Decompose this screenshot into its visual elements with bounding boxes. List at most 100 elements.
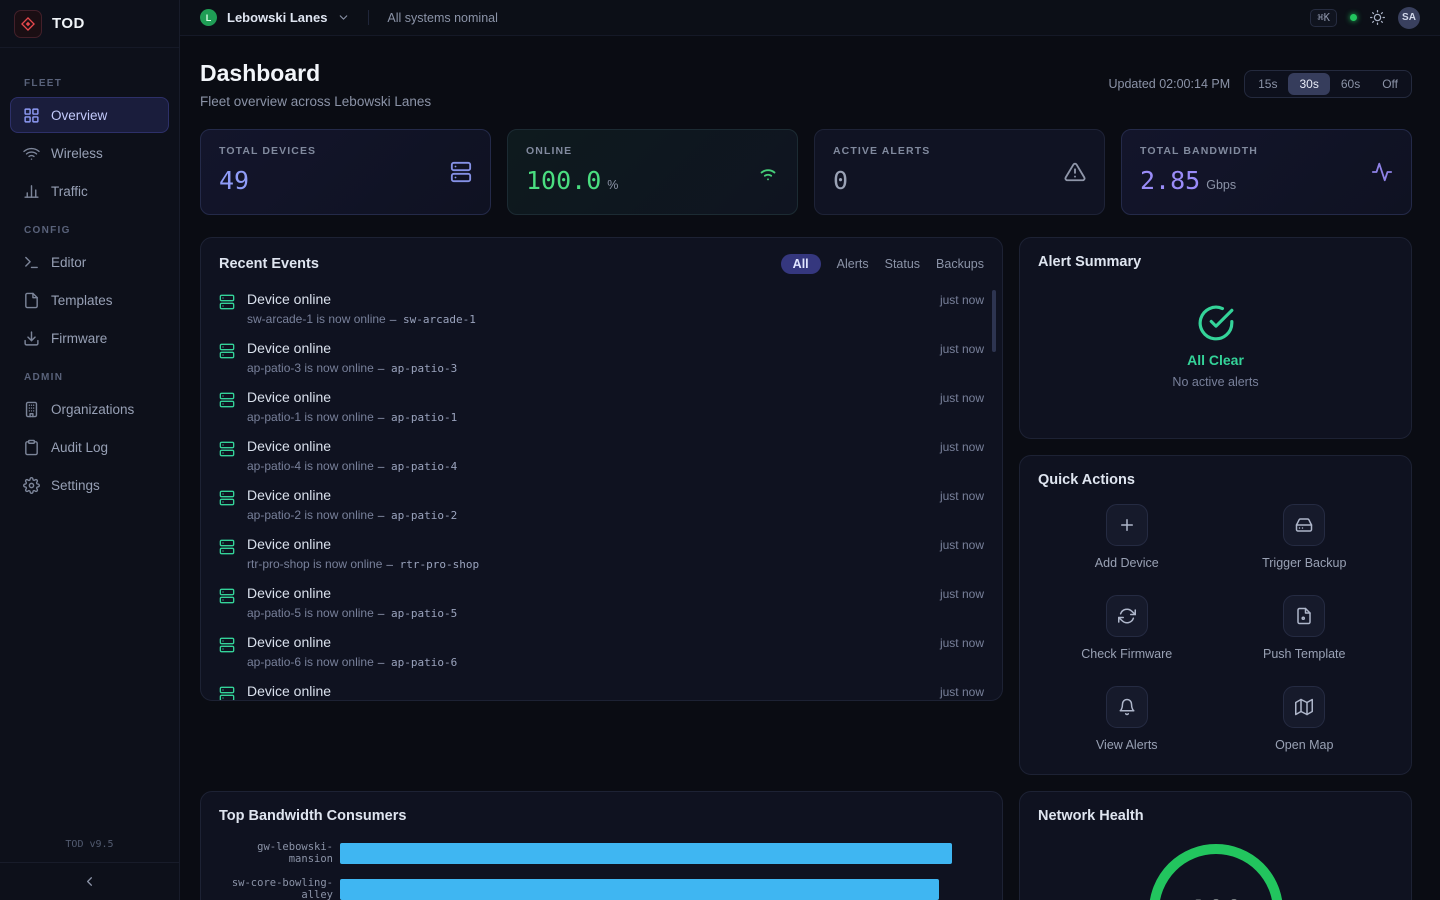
stat-card-active-alerts: ACTIVE ALERTS 0 <box>814 129 1105 215</box>
sun-icon[interactable] <box>1370 10 1385 25</box>
server-icon <box>219 441 235 457</box>
gear-icon <box>23 477 40 494</box>
topbar-right: ⌘K SA <box>1310 7 1420 29</box>
wifi-icon <box>23 145 40 162</box>
stat-value: 49 <box>219 166 249 195</box>
page-subtitle: Fleet overview across Lebowski Lanes <box>200 94 431 109</box>
add-device-button[interactable]: Add Device <box>1038 504 1216 570</box>
sidebar-item-label: Editor <box>51 255 86 270</box>
server-icon <box>450 161 472 183</box>
network-health-gauge: 100 <box>1038 838 1393 900</box>
event-title: Device online <box>247 389 331 405</box>
refresh-option-15s[interactable]: 15s <box>1247 73 1288 95</box>
sidebar-item-overview[interactable]: Overview <box>10 97 169 133</box>
tab-all[interactable]: All <box>781 254 821 274</box>
sidebar-collapse-button[interactable] <box>0 862 179 900</box>
tab-status[interactable]: Status <box>885 257 920 271</box>
quick-actions-title: Quick Actions <box>1038 472 1393 488</box>
dashboard-content: Dashboard Fleet overview across Lebowski… <box>180 36 1440 900</box>
event-detail: ap-patio-3 is now online— ap-patio-3 <box>247 361 457 375</box>
event-row[interactable]: Device online rtr-pro-shop is now online… <box>219 529 984 578</box>
alert-detail-text: No active alerts <box>1172 375 1258 389</box>
chevron-down-icon[interactable] <box>337 11 350 24</box>
sidebar-item-firmware[interactable]: Firmware <box>10 320 169 356</box>
bandwidth-bar <box>340 879 939 900</box>
stat-label: TOTAL BANDWIDTH <box>1140 145 1393 157</box>
event-row[interactable]: Device online ap-patio-4 is now online— … <box>219 431 984 480</box>
event-detail: rtr-pro-shop is now online— rtr-pro-shop <box>247 557 479 571</box>
event-list: Device online sw-arcade-1 is now online—… <box>219 284 984 701</box>
event-device: — sw-arcade-1 <box>390 313 476 326</box>
tab-backups[interactable]: Backups <box>936 257 984 271</box>
download-icon <box>23 330 40 347</box>
sidebar-item-label: Audit Log <box>51 440 108 455</box>
event-detail: ap-patio-5 is now online— ap-patio-5 <box>247 606 457 620</box>
quick-actions-panel: Quick Actions Add Device Trigger Backup <box>1019 455 1412 775</box>
event-time: just now <box>940 536 984 552</box>
refresh-option-off[interactable]: Off <box>1371 73 1409 95</box>
event-row[interactable]: Device online sw-arcade-1 is now online—… <box>219 284 984 333</box>
activity-icon <box>1371 161 1393 183</box>
sidebar-item-wireless[interactable]: Wireless <box>10 135 169 171</box>
sidebar-item-organizations[interactable]: Organizations <box>10 391 169 427</box>
sidebar-item-audit-log[interactable]: Audit Log <box>10 429 169 465</box>
event-title: Device online <box>247 340 331 356</box>
view-alerts-button[interactable]: View Alerts <box>1038 686 1216 752</box>
sidebar-item-label: Firmware <box>51 331 107 346</box>
refresh-option-30s[interactable]: 30s <box>1288 73 1329 95</box>
event-row[interactable]: Device online ap-patio-3 is now online— … <box>219 333 984 382</box>
user-avatar[interactable]: SA <box>1398 7 1420 29</box>
alert-summary-panel: Alert Summary All Clear No active alerts <box>1019 237 1412 439</box>
recent-events-panel: Recent Events All Alerts Status Backups … <box>200 237 1003 701</box>
server-icon <box>219 637 235 653</box>
check-firmware-button[interactable]: Check Firmware <box>1038 595 1216 661</box>
sidebar-item-editor[interactable]: Editor <box>10 244 169 280</box>
event-time: just now <box>940 487 984 503</box>
open-map-button[interactable]: Open Map <box>1216 686 1394 752</box>
alert-status-text: All Clear <box>1187 352 1244 368</box>
events-scrollbar-thumb[interactable] <box>992 290 996 352</box>
event-title: Device online <box>247 536 331 552</box>
org-name[interactable]: Lebowski Lanes <box>227 10 327 25</box>
event-device: — ap-patio-2 <box>378 509 457 522</box>
topbar: L Lebowski Lanes All systems nominal ⌘K … <box>180 0 1440 36</box>
event-title: Device online <box>247 585 331 601</box>
event-row[interactable]: Device online ap-patio-2 is now online— … <box>219 480 984 529</box>
trigger-backup-button[interactable]: Trigger Backup <box>1216 504 1394 570</box>
tab-alerts[interactable]: Alerts <box>837 257 869 271</box>
sidebar-nav: FLEET Overview Wireless Traffic CONFIG E <box>0 48 179 829</box>
bar-chart-icon <box>23 183 40 200</box>
event-row[interactable]: Device online ap-patio-1 is now online— … <box>219 382 984 431</box>
sidebar-item-settings[interactable]: Settings <box>10 467 169 503</box>
bandwidth-device-label: sw-core-bowling-alley <box>219 877 333 900</box>
page-title: Dashboard <box>200 60 431 87</box>
network-health-value: 100 <box>1188 895 1242 900</box>
server-icon <box>219 343 235 359</box>
top-bandwidth-title: Top Bandwidth Consumers <box>219 808 984 824</box>
page-header: Dashboard Fleet overview across Lebowski… <box>200 60 1412 109</box>
event-device: — ap-patio-6 <box>378 656 457 669</box>
file-icon <box>23 292 40 309</box>
refresh-icon <box>1106 595 1148 637</box>
hard-drive-icon <box>1283 504 1325 546</box>
event-time: just now <box>940 634 984 650</box>
stat-unit: Gbps <box>1206 178 1236 192</box>
event-time: just now <box>940 585 984 601</box>
refresh-option-60s[interactable]: 60s <box>1330 73 1371 95</box>
command-palette-shortcut[interactable]: ⌘K <box>1310 9 1337 27</box>
event-row[interactable]: Device online just now <box>219 676 984 701</box>
push-template-button[interactable]: Push Template <box>1216 595 1394 661</box>
stat-unit: % <box>607 178 618 192</box>
event-device: — ap-patio-3 <box>378 362 457 375</box>
sidebar-section-fleet: FLEET <box>24 78 179 89</box>
stat-value: 2.85 <box>1140 166 1200 195</box>
recent-events-title: Recent Events <box>219 256 319 272</box>
event-row[interactable]: Device online ap-patio-6 is now online— … <box>219 627 984 676</box>
sidebar-item-templates[interactable]: Templates <box>10 282 169 318</box>
file-code-icon <box>1283 595 1325 637</box>
sidebar-item-traffic[interactable]: Traffic <box>10 173 169 209</box>
quick-action-label: Push Template <box>1263 647 1345 661</box>
panel-grid: Recent Events All Alerts Status Backups … <box>200 237 1412 900</box>
stat-label: TOTAL DEVICES <box>219 145 472 157</box>
event-row[interactable]: Device online ap-patio-5 is now online— … <box>219 578 984 627</box>
